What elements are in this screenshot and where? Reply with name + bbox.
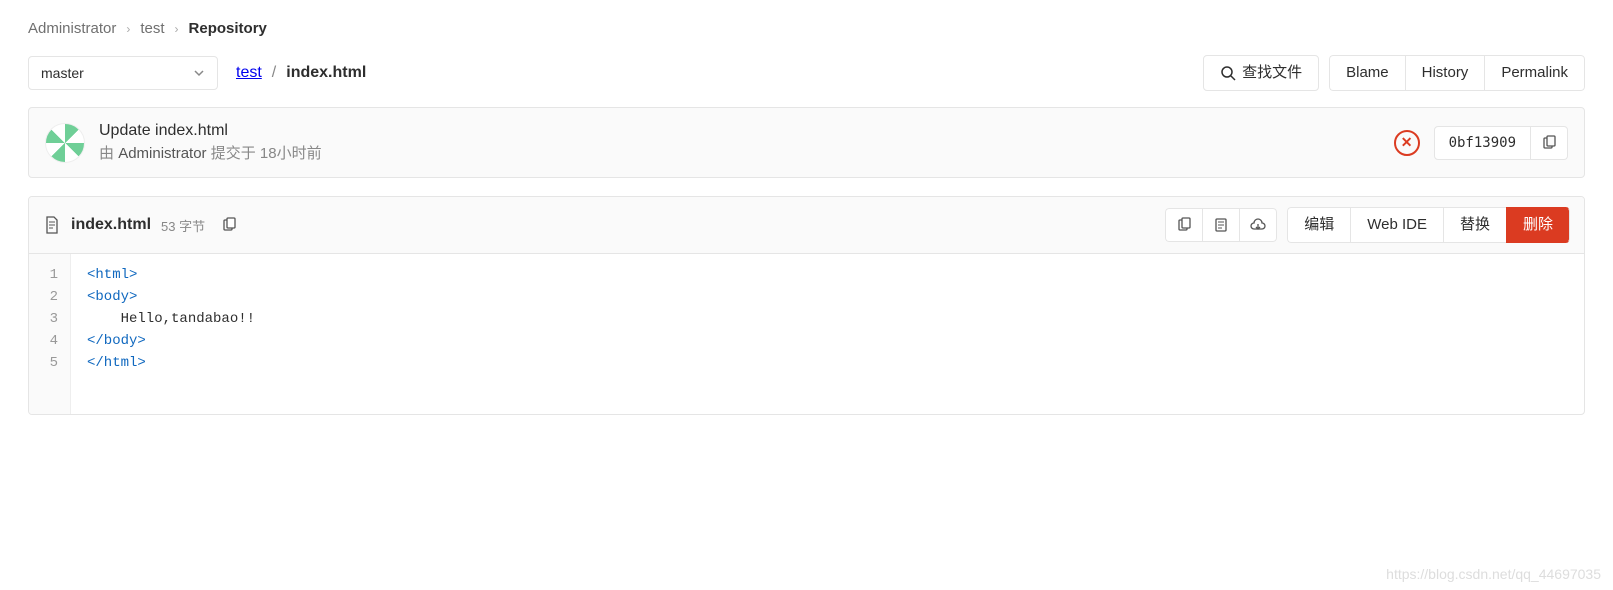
copy-icon (221, 217, 237, 233)
avatar (45, 123, 85, 163)
breadcrumb: Administrator › test › Repository (28, 20, 1585, 37)
file-action-buttons: 编辑 Web IDE 替换 删除 (1287, 207, 1570, 243)
download-icon (1250, 217, 1266, 233)
search-icon (1220, 65, 1236, 81)
breadcrumb-item[interactable]: test (140, 20, 164, 37)
raw-button[interactable] (1202, 208, 1239, 242)
find-file-button[interactable]: 查找文件 (1203, 55, 1319, 91)
copy-icon (1541, 135, 1557, 151)
path-root[interactable]: test (236, 64, 262, 82)
path-separator: / (272, 64, 276, 82)
view-buttons-group: Blame History Permalink (1329, 55, 1585, 91)
file-panel: index.html 53 字节 (28, 196, 1585, 415)
chevron-down-icon (193, 67, 205, 79)
permalink-button[interactable]: Permalink (1484, 55, 1585, 91)
chevron-right-icon: › (126, 22, 130, 36)
commit-time: 18小时前 (260, 145, 322, 162)
commit-info-box: Update index.html 由 Administrator 提交于 18… (28, 107, 1585, 178)
file-icon (43, 216, 61, 234)
replace-button[interactable]: 替换 (1443, 207, 1506, 243)
find-file-label: 查找文件 (1242, 64, 1302, 82)
commit-meta: 由 Administrator 提交于 18小时前 (99, 142, 322, 163)
line-numbers: 12345 (29, 254, 71, 414)
commit-author[interactable]: Administrator (118, 145, 206, 162)
copy-contents-button[interactable] (1165, 208, 1202, 242)
copy-icon (1176, 217, 1192, 233)
file-toolbar: master test / index.html 查找文件 Blame Hist… (28, 55, 1585, 91)
file-name: index.html (71, 216, 151, 234)
delete-button[interactable]: 删除 (1506, 207, 1570, 243)
breadcrumb-item-current: Repository (189, 20, 267, 37)
commit-title: Update index.html (99, 122, 322, 140)
branch-name: master (41, 65, 84, 81)
download-button[interactable] (1239, 208, 1277, 242)
file-header: index.html 53 字节 (29, 197, 1584, 254)
edit-button[interactable]: 编辑 (1287, 207, 1350, 243)
history-button[interactable]: History (1405, 55, 1485, 91)
code-content: <html><body> Hello,tandabao!!</body></ht… (71, 254, 1584, 414)
code-viewer: 12345 <html><body> Hello,tandabao!!</bod… (29, 254, 1584, 414)
webide-button[interactable]: Web IDE (1350, 207, 1443, 243)
commit-sha: 0bf13909 (1434, 126, 1531, 160)
watermark: https://blog.csdn.net/qq_44697035 (1386, 566, 1601, 582)
path-file: index.html (286, 64, 366, 82)
file-icon-buttons (1165, 208, 1277, 242)
copy-path-button[interactable] (215, 213, 243, 237)
breadcrumb-item[interactable]: Administrator (28, 20, 116, 37)
blame-button[interactable]: Blame (1329, 55, 1405, 91)
file-size: 53 字节 (161, 216, 205, 235)
commit-sha-box: 0bf13909 (1434, 126, 1568, 160)
branch-selector[interactable]: master (28, 56, 218, 90)
copy-sha-button[interactable] (1531, 126, 1568, 160)
pipeline-failed-icon[interactable]: ✕ (1394, 130, 1420, 156)
document-icon (1213, 217, 1229, 233)
chevron-right-icon: › (175, 22, 179, 36)
file-path: test / index.html (236, 64, 366, 82)
